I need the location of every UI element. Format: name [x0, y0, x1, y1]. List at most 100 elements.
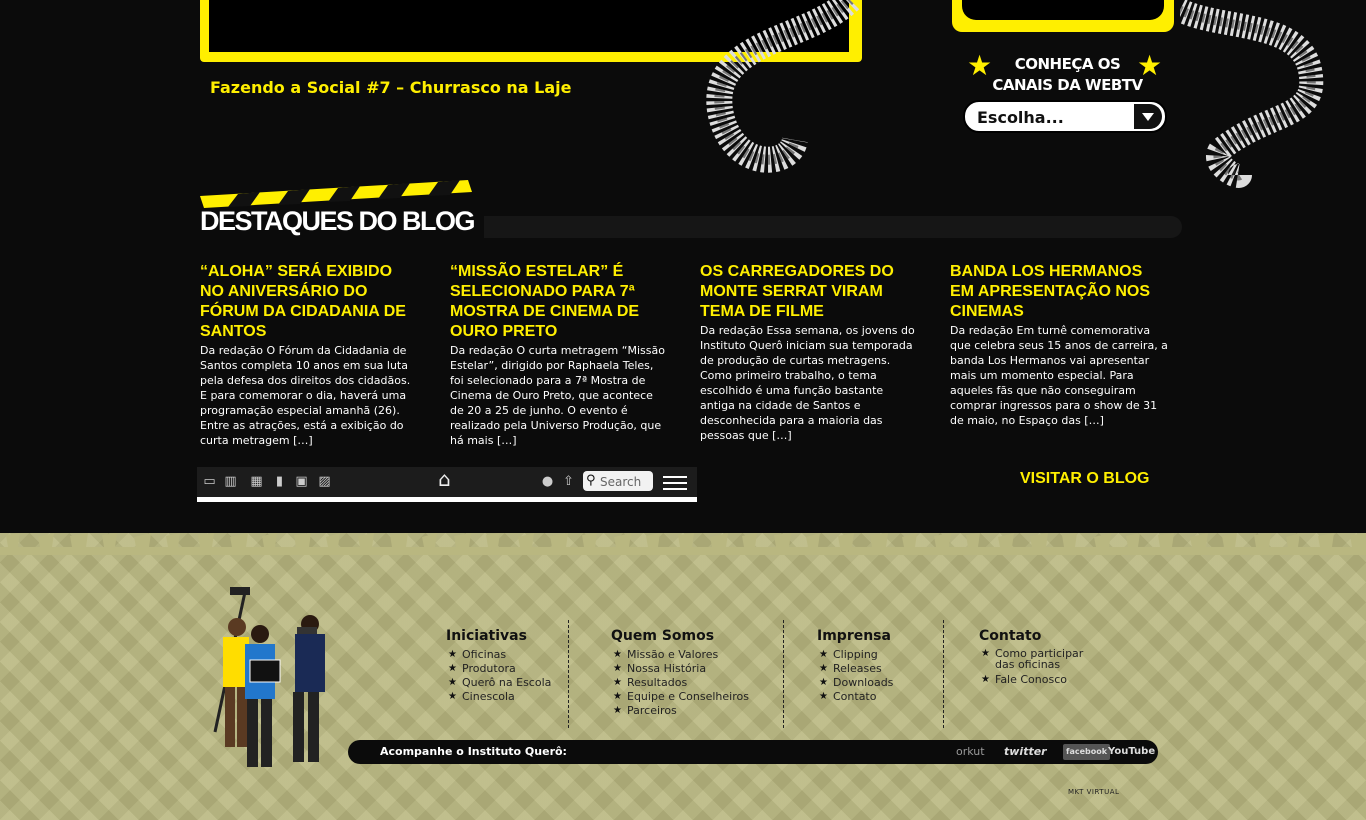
- footer-column-title: Imprensa: [817, 628, 891, 644]
- torn-edge-tooth: [70, 533, 88, 547]
- footer-link[interactable]: ★ Produtora: [446, 662, 551, 676]
- footer-column-iniciativas: Iniciativas ★ Oficinas ★ Produtora ★ Querô …: [446, 628, 551, 704]
- torn-edge-tooth: [1318, 533, 1334, 547]
- star-icon: ★: [967, 49, 993, 82]
- footer-link[interactable]: ★ Downloads: [817, 676, 893, 690]
- footer-link[interactable]: ★ Missão e Valores: [611, 648, 749, 662]
- footer-link[interactable]: ★ Nossa História: [611, 662, 749, 676]
- webtv-channel-select[interactable]: Escolha...: [963, 100, 1167, 133]
- footer-column-contato: Contato ★ Como participar das oficinas ★ F…: [979, 628, 1099, 687]
- torn-edge-tooth: [870, 533, 888, 547]
- torn-edge-tooth: [1062, 533, 1077, 547]
- site-toolbar: ▭ ▥ ▦ ▮ ▣ ▨ ⌂ ● ⇧ ⚲ Search: [197, 467, 697, 502]
- torn-edge-tooth: [38, 533, 54, 547]
- film-icon[interactable]: ▦: [249, 475, 264, 489]
- footer-link-label: Releases: [833, 662, 882, 675]
- torn-edge-tooth: [934, 533, 951, 547]
- torn-edge-tooth: [550, 533, 568, 547]
- torn-edge-tooth: [710, 533, 728, 547]
- footer-link-label: Parceiros: [627, 704, 677, 717]
- footer-link[interactable]: ★ Clipping: [817, 648, 893, 662]
- blog-post-excerpt: Da redação Em turnê comemorativa que cel…: [950, 324, 1168, 427]
- social-follow-bar: Acompanhe o Instituto Querô: orkut twitt…: [348, 740, 1158, 764]
- orkut-icon[interactable]: orkut: [956, 744, 985, 760]
- footer-column-title: Iniciativas: [446, 628, 527, 644]
- torn-edge-tooth: [1222, 533, 1237, 547]
- torn-edge-tooth: [1190, 533, 1208, 547]
- institution-icon[interactable]: ⌂: [437, 469, 452, 489]
- webtv-title-line1: CONHEÇA OS: [1014, 55, 1121, 73]
- footer-link-label: Missão e Valores: [627, 648, 719, 661]
- torn-edge-tooth: [102, 533, 117, 547]
- footer-column-quem-somos: Quem Somos ★ Missão e Valores ★ Nossa Hist…: [611, 628, 749, 718]
- footer-link[interactable]: ★ Contato: [817, 690, 893, 704]
- blog-post-excerpt: Da redação O Fórum da Cidadania de Santo…: [200, 344, 411, 447]
- star-bullet-icon: ★: [613, 663, 622, 674]
- webtv-channels-title: CONHEÇA OS CANAIS DA WEBTV: [990, 54, 1145, 96]
- channel-select-value: Escolha...: [977, 108, 1064, 127]
- facebook-icon[interactable]: facebook: [1063, 744, 1111, 760]
- upload-icon[interactable]: ⇧: [561, 475, 576, 489]
- footer-link[interactable]: ★ Equipe e Conselheiros: [611, 690, 749, 704]
- footer-link[interactable]: ★ Fale Conosco: [979, 673, 1099, 687]
- speaker-icon[interactable]: ▮: [272, 475, 287, 489]
- footer-divider: [568, 620, 569, 728]
- torn-edge-tooth: [1094, 533, 1111, 547]
- footer-link[interactable]: ★ Resultados: [611, 676, 749, 690]
- webtv-screen: [962, 0, 1164, 20]
- footer-link[interactable]: ★ Releases: [817, 662, 893, 676]
- footer-link-label: Clipping: [833, 648, 878, 661]
- book-icon[interactable]: ▥: [223, 475, 238, 489]
- footer-link-label: Oficinas: [462, 648, 507, 661]
- search-placeholder: Search: [600, 475, 642, 489]
- star-bullet-icon: ★: [448, 677, 457, 688]
- chevron-down-icon[interactable]: [1134, 104, 1162, 129]
- visit-blog-link[interactable]: VISITAR O BLOG: [1020, 470, 1149, 488]
- blog-post-card: “Missão Estelar” é selecionado para 7ª M…: [450, 262, 670, 448]
- torn-edge-tooth: [774, 533, 791, 547]
- cable-decoration-icon: [706, 0, 860, 173]
- cable-decoration-icon: [1180, 0, 1324, 188]
- torn-edge-tooth: [678, 533, 694, 547]
- torn-edge-tooth: [1158, 533, 1174, 547]
- footer-link[interactable]: ★ Parceiros: [611, 704, 749, 718]
- torn-edge-tooth: [742, 533, 757, 547]
- search-input[interactable]: ⚲ Search: [583, 471, 653, 491]
- blog-post-title-link[interactable]: “Missão Estelar” é selecionado para 7ª M…: [450, 262, 670, 342]
- user-icon[interactable]: ●: [540, 475, 555, 489]
- blog-post-title-link[interactable]: “Aloha” será exibido no aniversário do F…: [200, 262, 420, 342]
- blog-post-title-link[interactable]: Banda Los Hermanos em apresentação nos c…: [950, 262, 1170, 322]
- window-icon[interactable]: ▭: [202, 475, 217, 489]
- torn-edge-tooth: [614, 533, 631, 547]
- torn-edge-tooth: [134, 533, 151, 547]
- star-bullet-icon: ★: [819, 649, 828, 660]
- twitter-icon[interactable]: twitter: [1004, 744, 1047, 760]
- blog-post-excerpt: Da redação O curta metragem “Missão Este…: [450, 344, 665, 447]
- footer-link-label: Cinescola: [462, 690, 515, 703]
- footer-link[interactable]: ★ Cinescola: [446, 690, 551, 704]
- footer-link[interactable]: ★ Como participar das oficinas: [979, 648, 1099, 670]
- footer-link[interactable]: ★ Querô na Escola: [446, 676, 551, 690]
- torn-edge-tooth: [198, 533, 214, 547]
- torn-edge-tooth: [486, 533, 500, 547]
- footer-divider: [783, 620, 784, 728]
- save-icon[interactable]: ▣: [294, 475, 309, 489]
- footer-link-label: Resultados: [627, 676, 688, 689]
- blog-post-title-link[interactable]: Os carregadores do Monte Serrat viram te…: [700, 262, 920, 322]
- torn-edge-tooth: [838, 533, 854, 547]
- footer-link-label: Contato: [833, 690, 877, 703]
- footer-link-label: Como participar das oficinas: [995, 647, 1084, 671]
- youtube-icon[interactable]: YouTube: [1108, 744, 1155, 760]
- image-icon[interactable]: ▨: [317, 475, 332, 489]
- menu-icon[interactable]: [663, 472, 687, 492]
- torn-edge-tooth: [1030, 533, 1048, 547]
- credit-mkt-virtual[interactable]: MKT VIRTUAL: [1068, 788, 1119, 796]
- footer-link-label: Fale Conosco: [995, 673, 1067, 686]
- star-bullet-icon: ★: [448, 649, 457, 660]
- blog-post-card: “Aloha” será exibido no aniversário do F…: [200, 262, 420, 448]
- footer-link[interactable]: ★ Oficinas: [446, 648, 551, 662]
- search-icon: ⚲: [586, 473, 596, 488]
- torn-edge-tooth: [806, 533, 820, 547]
- torn-edge-tooth: [1254, 533, 1271, 547]
- video-caption-link[interactable]: Fazendo a Social #7 – Churrasco na Laje: [210, 78, 572, 97]
